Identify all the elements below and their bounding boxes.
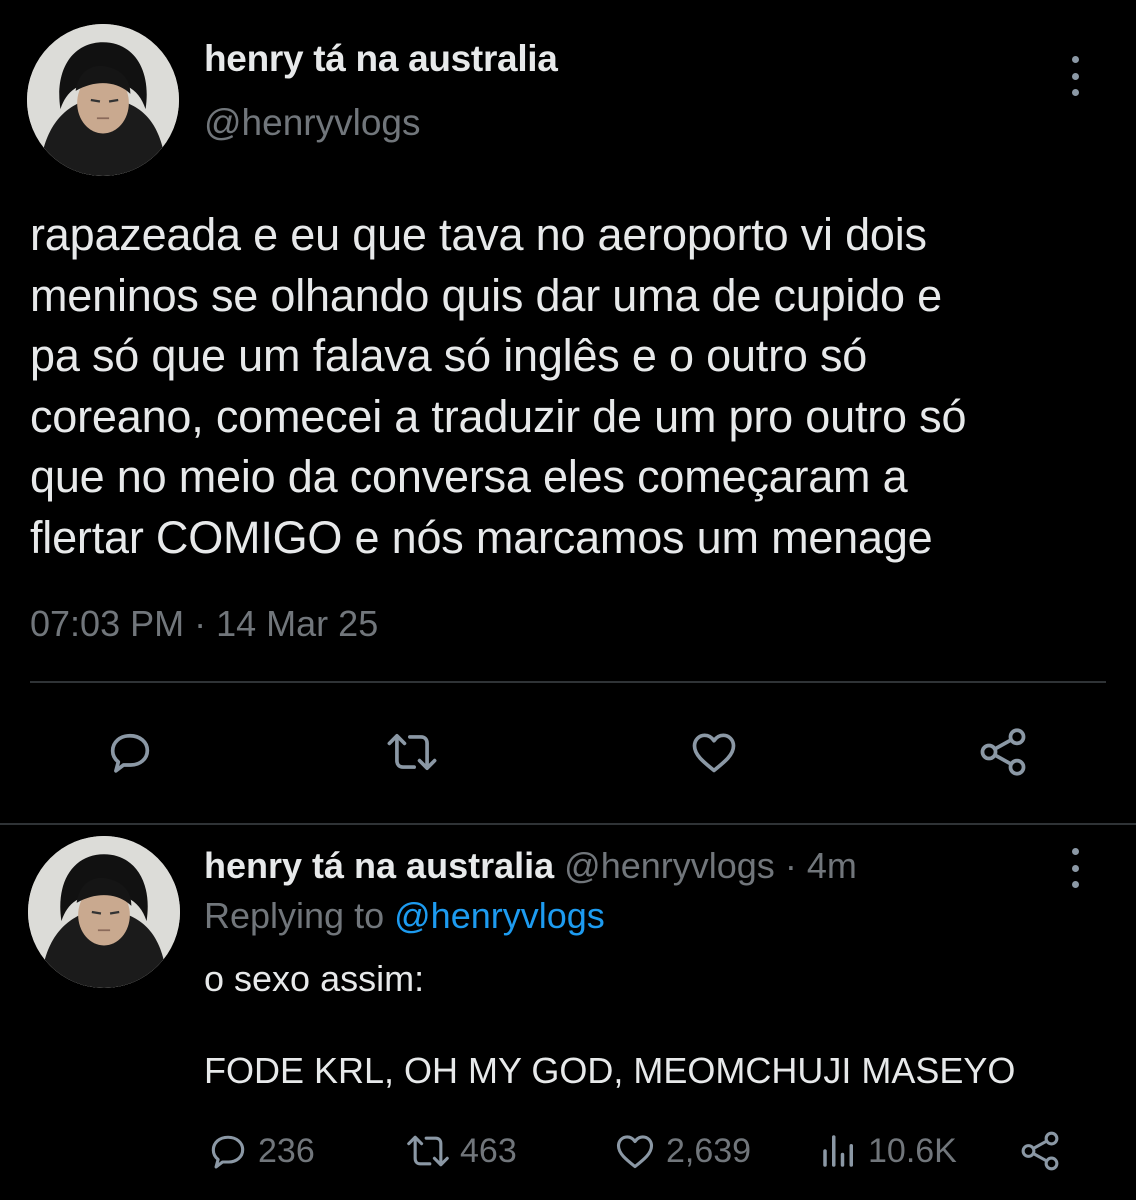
like-count: 2,639 (666, 1131, 752, 1170)
share-icon (980, 728, 1026, 776)
reply-button[interactable] (104, 726, 156, 778)
timestamp-separator: · (194, 603, 207, 644)
tweet-timestamp[interactable]: 07:03 PM · 14 Mar 25 (30, 603, 378, 645)
tweet-text-line: coreano, comecei a traduzir de um pro ou… (30, 390, 967, 442)
tweet-time: 07:03 PM (30, 603, 185, 644)
like-icon (692, 733, 736, 773)
like-count-button[interactable]: 2,639 (612, 1128, 751, 1174)
header-separator: · (784, 845, 797, 886)
avatar[interactable] (28, 836, 180, 988)
reply-icon (211, 1135, 245, 1169)
retweet-button[interactable] (384, 726, 440, 778)
more-vertical-icon (1071, 56, 1079, 63)
like-icon (616, 1135, 654, 1169)
retweet-icon (387, 734, 437, 770)
retweet-count: 463 (460, 1131, 517, 1170)
replying-mention-link[interactable]: @henryvlogs (394, 895, 605, 936)
replying-prefix: Replying to (204, 895, 385, 936)
retweet-count-button[interactable]: 463 (404, 1128, 517, 1174)
reply-header: henry tá na australia @henryvlogs · 4m (204, 845, 857, 887)
reply-time[interactable]: 4m (807, 845, 857, 886)
more-options-button[interactable] (1063, 848, 1087, 888)
views-count-button[interactable]: 10.6K (818, 1128, 957, 1174)
display-name[interactable]: henry tá na australia (204, 38, 558, 80)
tweet-text-line: que no meio da conversa eles começaram a (30, 451, 908, 502)
share-button[interactable] (1016, 1128, 1064, 1174)
like-button[interactable] (686, 726, 742, 778)
more-vertical-icon (1071, 848, 1079, 855)
reply-count-button[interactable]: 236 (206, 1128, 315, 1174)
share-icon (1021, 1131, 1059, 1171)
tweet-text-line: pa só que um falava só inglês e o outro … (30, 330, 868, 381)
divider (30, 681, 1106, 683)
avatar[interactable] (27, 24, 179, 176)
tweet-text: rapazeada e eu que tava no aeroporto vi … (30, 205, 1130, 568)
tweet-text-line: meninos se olhando quis dar uma de cupid… (30, 269, 943, 321)
replying-to: Replying to @henryvlogs (204, 895, 605, 937)
user-handle[interactable]: @henryvlogs (204, 102, 421, 144)
views-count: 10.6K (868, 1131, 957, 1170)
reply-text-line: o sexo assim: (204, 958, 425, 999)
tweet-date: 14 Mar 25 (216, 603, 379, 644)
reply-icon (110, 733, 150, 773)
tweet-text-line: flertar COMIGO e nós marcamos um menage (30, 511, 933, 563)
more-options-button[interactable] (1063, 56, 1087, 96)
user-handle[interactable]: @henryvlogs (564, 845, 775, 886)
reply-count: 236 (258, 1131, 315, 1170)
reply-text-line: FODE KRL, OH MY GOD, MEOMCHUJI MASEYO (204, 1050, 1016, 1091)
divider (0, 823, 1136, 825)
display-name[interactable]: henry tá na australia (204, 845, 554, 886)
views-icon (823, 1135, 853, 1167)
share-button[interactable] (974, 724, 1032, 780)
tweet-text-line: rapazeada e eu que tava no aeroporto vi … (30, 209, 927, 260)
retweet-icon (407, 1135, 449, 1167)
